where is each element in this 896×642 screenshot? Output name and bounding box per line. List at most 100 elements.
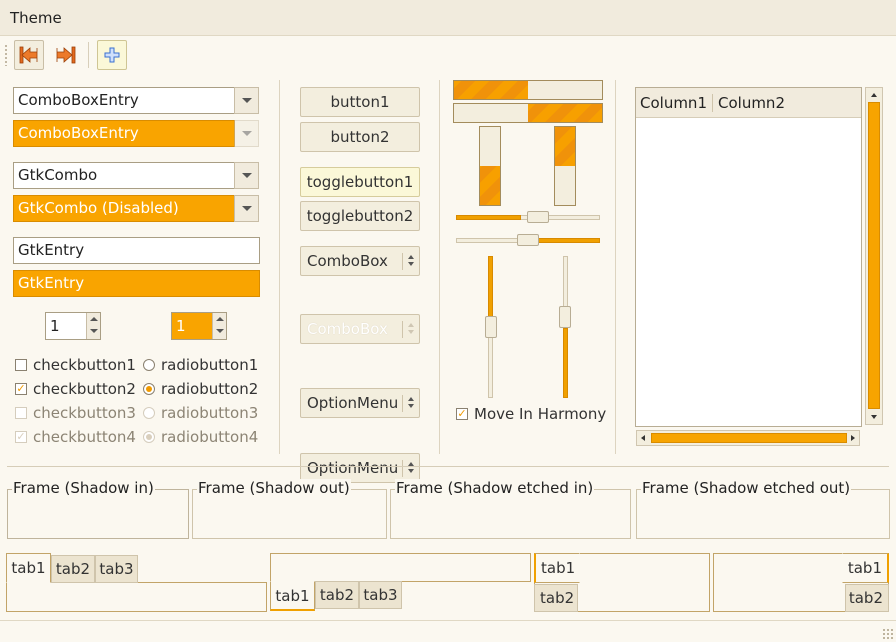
notebook-left-tab2[interactable]: tab2	[534, 584, 578, 612]
toolbar-grip[interactable]	[4, 44, 8, 66]
column-divider	[712, 94, 713, 112]
radiobutton2[interactable]: radiobutton2	[143, 380, 258, 398]
hscale-2-fill	[529, 238, 600, 243]
radiobutton3: radiobutton3	[143, 404, 258, 422]
updown-icon	[408, 323, 414, 334]
progressbar-v-1	[479, 126, 501, 206]
spinbutton-2-arrows[interactable]	[212, 313, 226, 339]
chevron-down-icon	[241, 173, 252, 178]
notebook-right-tab1[interactable]: tab1	[842, 553, 889, 583]
tree-header: Column1 Column2	[636, 88, 861, 118]
hscale-1-slider[interactable]	[527, 211, 549, 223]
arrow-down-icon	[90, 329, 98, 333]
radiobutton4: radiobutton4	[143, 428, 258, 446]
gtkcombo-disabled-dropdown[interactable]	[234, 195, 259, 222]
notebook-top-tab2[interactable]: tab2	[51, 555, 95, 583]
scroll-down-icon[interactable]	[871, 415, 877, 419]
move-in-harmony-label: Move In Harmony	[474, 405, 607, 423]
optionmenu-1[interactable]: OptionMenu	[300, 388, 420, 418]
go-last-button[interactable]	[51, 40, 81, 70]
checkbox-checked-icon: ✓	[15, 382, 27, 395]
spinbutton-1-arrows[interactable]	[86, 313, 100, 339]
separator	[615, 80, 616, 454]
button2[interactable]: button2	[300, 122, 420, 152]
frame-shadow-etched-out-label: Frame (Shadow etched out)	[641, 479, 852, 497]
vscale-2-slider[interactable]	[559, 306, 571, 328]
radiobutton1[interactable]: radiobutton1	[143, 356, 258, 374]
notebook-bottom-tab3[interactable]: tab3	[359, 581, 402, 609]
notebook-bottom-tab2[interactable]: tab2	[315, 581, 359, 609]
tree-hscroll-thumb[interactable]	[651, 433, 847, 443]
button1[interactable]: button1	[300, 87, 420, 117]
progressbar-v-1-fill	[480, 166, 500, 205]
add-icon	[104, 47, 120, 63]
checkbutton2[interactable]: ✓ checkbutton2	[15, 380, 136, 398]
notebook-right-tab2[interactable]: tab2	[845, 584, 889, 612]
resize-grip-icon[interactable]	[882, 628, 894, 640]
frame-shadow-etched-in-label: Frame (Shadow etched in)	[395, 479, 595, 497]
checkbutton1-label: checkbutton1	[33, 356, 136, 374]
checkbutton3: checkbutton3	[15, 404, 136, 422]
scroll-right-icon[interactable]	[851, 435, 855, 441]
checkbox-checked-icon: ✓	[15, 430, 27, 443]
vscale-1-fill	[488, 256, 493, 320]
togglebutton2[interactable]: togglebutton2	[300, 201, 420, 231]
tree-view[interactable]: Column1 Column2	[635, 87, 862, 427]
frame-shadow-out: Frame (Shadow out)	[192, 479, 387, 539]
gtkentry-input[interactable]: GtkEntry	[13, 237, 260, 264]
hscale-2-slider[interactable]	[517, 234, 539, 246]
gtkcombo-input[interactable]: GtkCombo	[13, 162, 235, 189]
gtkcombo-disabled-input: GtkCombo (Disabled)	[13, 195, 235, 222]
scroll-left-icon[interactable]	[641, 435, 645, 441]
radiobutton2-label: radiobutton2	[161, 380, 259, 398]
move-in-harmony-check[interactable]: ✓ Move In Harmony	[456, 405, 606, 423]
comboboxentry-input[interactable]: ComboBoxEntry	[13, 87, 235, 114]
arrow-up-icon	[216, 317, 224, 321]
add-button[interactable]	[97, 40, 127, 70]
chevron-down-icon	[241, 98, 252, 103]
checkbutton4-label: checkbutton4	[33, 428, 136, 446]
column1-header[interactable]: Column1	[640, 94, 707, 112]
spinbutton-1[interactable]: 1	[45, 312, 101, 340]
updown-icon	[408, 397, 414, 408]
tree-vscrollbar[interactable]	[865, 87, 883, 425]
radiobutton3-label: radiobutton3	[161, 404, 259, 422]
checkbutton2-label: checkbutton2	[33, 380, 136, 398]
menubar: Theme	[0, 0, 896, 36]
notebook-left-tab1[interactable]: tab1	[534, 553, 580, 583]
radio-off-icon	[143, 359, 155, 371]
go-first-button[interactable]	[14, 40, 44, 70]
frame-shadow-in-label: Frame (Shadow in)	[12, 479, 155, 497]
progressbar-v-2	[554, 126, 576, 206]
tree-vscroll-thumb[interactable]	[868, 102, 880, 409]
progressbar-h-1	[453, 80, 603, 100]
vscale-1-slider[interactable]	[485, 316, 497, 338]
checkbutton4: ✓ checkbutton4	[15, 428, 136, 446]
gtkentry-selected-input[interactable]: GtkEntry	[13, 270, 260, 297]
progressbar-h-1-fill	[454, 81, 528, 99]
comboboxentry-selected-input[interactable]: ComboBoxEntry	[13, 120, 235, 147]
radio-off-icon	[143, 407, 155, 419]
notebook-bottom-tab1[interactable]: tab1	[270, 581, 315, 611]
gtkcombo-dropdown[interactable]	[234, 162, 259, 189]
notebook-top-tab3[interactable]: tab3	[95, 555, 138, 583]
menu-theme[interactable]: Theme	[10, 9, 62, 27]
separator	[7, 466, 889, 467]
checkbutton1[interactable]: checkbutton1	[15, 356, 136, 374]
statusbar-separator	[0, 620, 896, 621]
togglebutton1[interactable]: togglebutton1	[300, 167, 420, 197]
comboboxentry-dropdown[interactable]	[234, 87, 259, 114]
column2-header[interactable]: Column2	[718, 94, 785, 112]
progressbar-h-2	[453, 103, 603, 123]
tree-hscrollbar[interactable]	[636, 430, 860, 446]
notebook-top-tab1[interactable]: tab1	[6, 553, 51, 583]
hscale-1-fill	[456, 215, 521, 220]
checkbutton3-label: checkbutton3	[33, 404, 136, 422]
updown-icon	[408, 255, 414, 266]
scroll-up-icon[interactable]	[871, 93, 877, 97]
combobox-1[interactable]: ComboBox	[300, 246, 420, 276]
radiobutton4-label: radiobutton4	[161, 428, 259, 446]
spinbutton-2[interactable]: 1	[171, 312, 227, 340]
checkbox-unchecked-icon	[15, 359, 27, 371]
separator	[279, 80, 280, 454]
